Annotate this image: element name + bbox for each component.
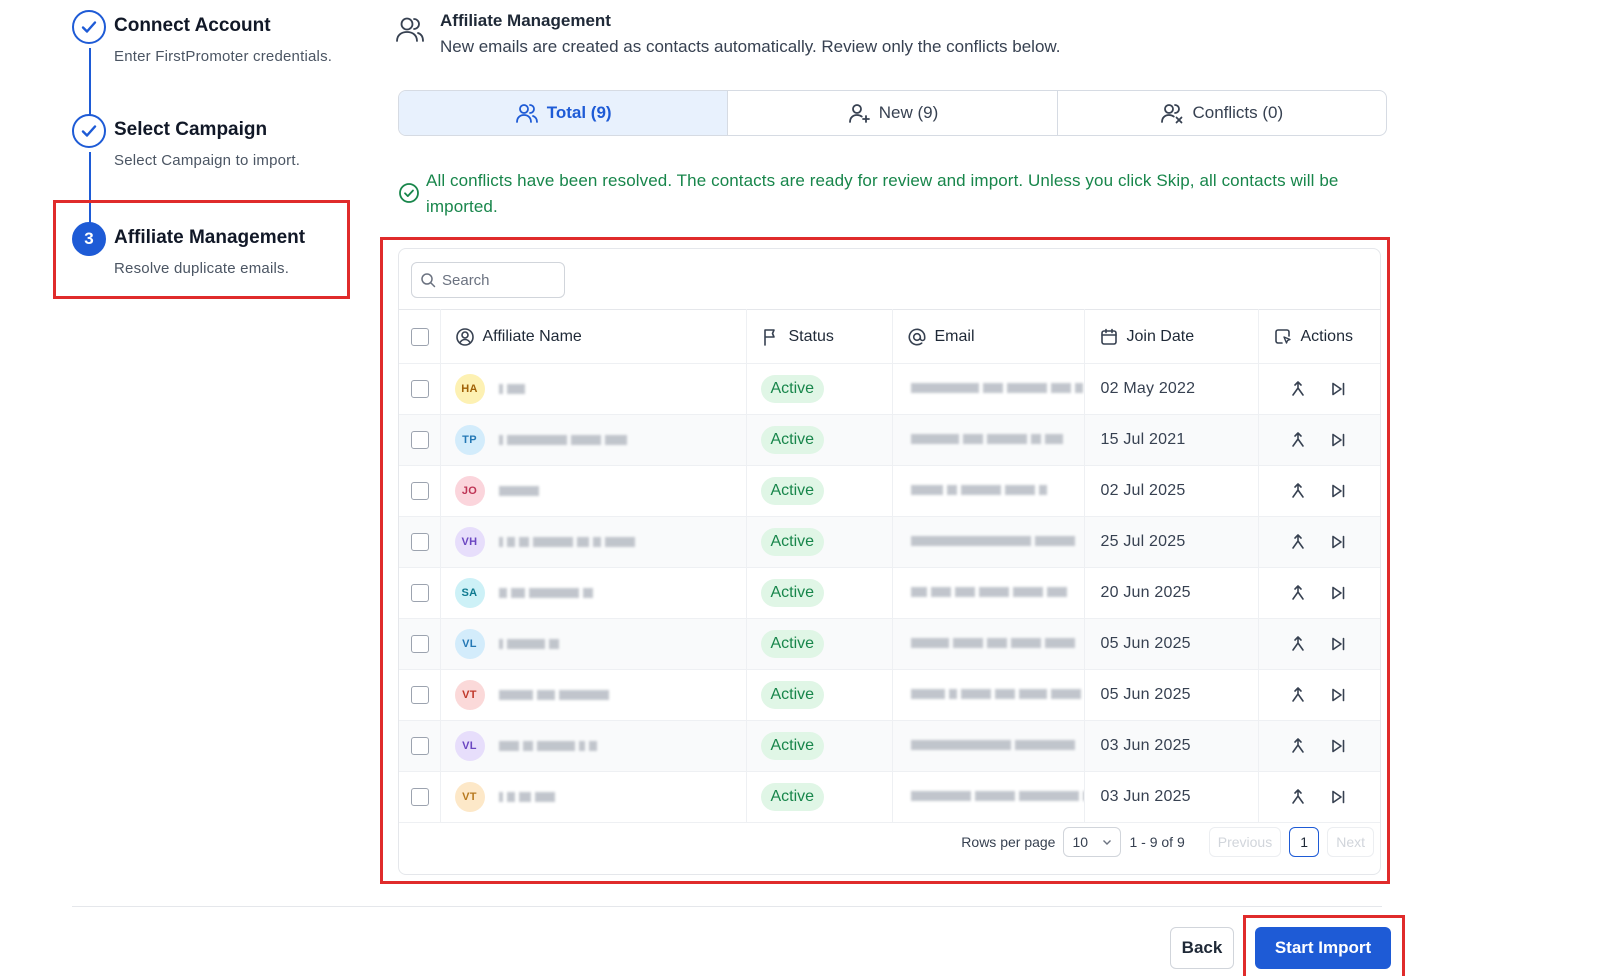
step-title: Connect Account (114, 15, 271, 36)
step-description: Enter FirstPromoter credentials. (114, 48, 333, 65)
highlight-box-step (53, 200, 350, 299)
contact-tabs: Total (9) New (9) Conflicts (0) (398, 90, 1387, 136)
tab-total[interactable]: Total (9) (399, 91, 729, 135)
highlight-box-start-import (1243, 915, 1405, 976)
resolution-notice: All conflicts have been resolved. The co… (426, 171, 1339, 216)
tab-conflicts[interactable]: Conflicts (0) (1058, 91, 1386, 135)
users-icon (515, 104, 538, 123)
tab-label: Conflicts (0) (1192, 103, 1284, 122)
user-plus-icon (848, 104, 870, 123)
back-button[interactable]: Back (1170, 927, 1234, 969)
section-subtitle: New emails are created as contacts autom… (440, 37, 1061, 56)
user-x-icon (1161, 104, 1183, 124)
highlight-box-table (380, 237, 1390, 884)
tab-new[interactable]: New (9) (728, 91, 1058, 135)
step-select-campaign: Select Campaign Select Campaign to impor… (70, 114, 370, 194)
tab-label: Total (9) (546, 103, 612, 122)
section-title: Affiliate Management (440, 11, 611, 30)
footer-divider (72, 906, 1382, 907)
tab-label: New (9) (878, 103, 939, 122)
step-connect-account: Connect Account Enter FirstPromoter cred… (70, 10, 370, 90)
check-circle-icon (399, 183, 419, 203)
step-description: Select Campaign to import. (114, 152, 301, 169)
check-icon (72, 10, 106, 44)
check-icon (72, 114, 106, 148)
step-title: Select Campaign (114, 119, 268, 140)
users-icon (396, 17, 424, 42)
